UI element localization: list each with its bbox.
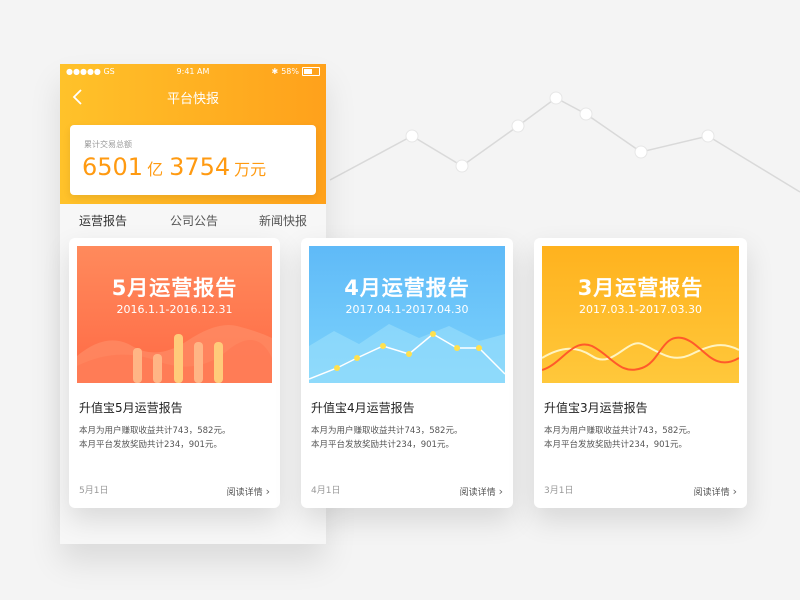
battery-icon — [302, 67, 320, 76]
report-banner-title: 5月运营报告 — [111, 276, 238, 300]
report-banner-date: 2017.03.1-2017.03.30 — [579, 303, 702, 316]
report-title: 升值宝4月运营报告 — [311, 401, 415, 415]
read-details-label: 阅读详情 — [459, 488, 496, 498]
report-description: 本月为用户赚取收益共计743，582元。 本月平台发放奖励共计234，901元。 — [311, 424, 462, 452]
report-card-march[interactable]: 3月运营报告 2017.03.1-2017.03.30 升值宝3月运营报告 本月… — [534, 238, 747, 508]
total-transaction-label: 累计交易总额 — [84, 140, 132, 149]
amount-ten-thousands: 3754 — [169, 153, 231, 181]
read-details-link[interactable]: 阅读详情 › — [694, 485, 737, 498]
report-date: 4月1日 — [311, 486, 341, 496]
total-transaction-card: 累计交易总额 6501 亿 3754 万元 — [70, 125, 316, 195]
report-desc-line: 本月为用户赚取收益共计743，582元。 — [544, 426, 696, 436]
bluetooth-icon: ✱ — [271, 67, 279, 76]
total-transaction-value: 6501 亿 3754 万元 — [82, 153, 272, 181]
report-banner-title: 4月运营报告 — [344, 276, 470, 300]
report-description: 本月为用户赚取收益共计743，582元。 本月平台发放奖励共计234，901元。 — [544, 424, 695, 452]
read-details-link[interactable]: 阅读详情 › — [460, 485, 503, 498]
chevron-right-icon: › — [265, 485, 270, 498]
page-title: 平台快报 — [166, 92, 219, 107]
read-details-link[interactable]: 阅读详情 › — [227, 485, 270, 498]
chevron-right-icon: › — [732, 485, 737, 498]
report-desc-line: 本月为用户赚取收益共计743，582元。 — [79, 426, 231, 436]
report-desc-line: 本月平台发放奖励共计234，901元。 — [311, 440, 454, 450]
report-banner-title: 3月运营报告 — [577, 276, 704, 300]
read-details-label: 阅读详情 — [226, 488, 263, 498]
report-banner-date: 2017.04.1-2017.04.30 — [345, 303, 469, 316]
read-details-label: 阅读详情 — [693, 488, 730, 498]
status-right: ✱ 58% — [272, 67, 320, 76]
report-date: 3月1日 — [544, 486, 574, 496]
report-desc-line: 本月平台发放奖励共计234，901元。 — [79, 440, 222, 450]
status-bar: ●●●●● GS 9:41 AM ✱ 58% — [60, 64, 326, 80]
tab-operation-report[interactable]: 运营报告 — [79, 212, 127, 229]
report-card-may[interactable]: 5月运营报告 2016.1.1-2016.12.31 升值宝5月运营报告 本月为… — [69, 238, 280, 508]
report-date: 5月1日 — [79, 486, 109, 496]
report-desc-line: 本月平台发放奖励共计234，901元。 — [544, 440, 687, 450]
tab-bar: 运营报告 公司公告 新闻快报 — [60, 212, 326, 232]
tab-company-announcement[interactable]: 公司公告 — [170, 212, 218, 229]
amount-billions: 6501 — [82, 153, 144, 181]
report-banner-date: 2016.1.1-2016.12.31 — [116, 303, 233, 316]
report-banner-march: 3月运营报告 2017.03.1-2017.03.30 — [542, 246, 739, 383]
report-card-april[interactable]: 4月运营报告 2017.04.1-2017.04.30 升值宝4月运营报告 本月… — [301, 238, 513, 508]
report-banner-may: 5月运营报告 2016.1.1-2016.12.31 — [77, 246, 272, 383]
report-title: 升值宝3月运营报告 — [544, 401, 648, 415]
tab-news[interactable]: 新闻快报 — [259, 212, 307, 229]
unit-billions: 亿 — [147, 160, 164, 179]
report-desc-line: 本月为用户赚取收益共计743，582元。 — [311, 426, 463, 436]
battery-percent: 58% — [281, 67, 299, 76]
chevron-right-icon: › — [498, 485, 503, 498]
unit-ten-thousand-yuan: 万元 — [234, 160, 267, 179]
report-description: 本月为用户赚取收益共计743，582元。 本月平台发放奖励共计234，901元。 — [79, 424, 230, 452]
report-title: 升值宝5月运营报告 — [79, 401, 183, 415]
report-banner-april: 4月运营报告 2017.04.1-2017.04.30 — [309, 246, 505, 383]
